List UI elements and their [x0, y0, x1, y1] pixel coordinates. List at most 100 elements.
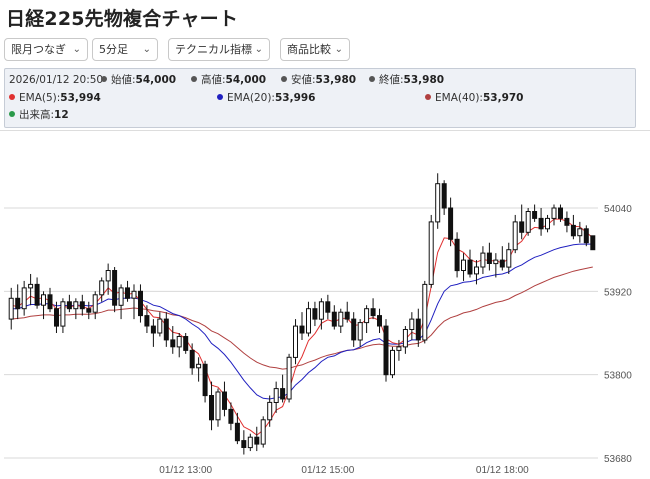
candle-body: [183, 336, 189, 351]
candle-body: [131, 290, 137, 299]
high-value: 高値:54,000: [191, 72, 266, 88]
candle-body: [396, 346, 402, 351]
page-title: 日経225先物複合チャート: [6, 8, 239, 30]
candle-body: [486, 252, 492, 264]
chart-canvas[interactable]: 54040 53920 53800 53680 01/12 13:00 01/12 15:…: [0, 130, 650, 479]
candle-body: [144, 315, 150, 327]
candle-body: [150, 325, 156, 334]
candle-body: [34, 283, 40, 306]
chevron-down-icon: ⌄: [142, 44, 151, 55]
candle-body: [170, 339, 176, 348]
bar-datetime: 2026/01/12 20:50: [9, 74, 104, 86]
ohlc-info-panel: 2026/01/12 20:50 始値:54,000 高値:54,000 安値:…: [4, 68, 636, 128]
candle-body: [512, 221, 518, 251]
chevron-down-icon: ⌄: [72, 44, 81, 55]
candle-body: [125, 287, 130, 299]
candle-body: [357, 322, 363, 341]
candle-body: [415, 318, 421, 341]
candle-body: [493, 259, 499, 265]
candle-body: [280, 388, 286, 400]
candle-body: [92, 294, 98, 313]
candle-body: [267, 401, 273, 421]
candle-body: [293, 325, 298, 358]
candle-body: [260, 419, 266, 445]
high-dot-icon: [191, 76, 197, 82]
volume-dot-icon: [9, 111, 15, 117]
candle-body: [428, 221, 434, 285]
candle-body: [499, 259, 505, 268]
candle-body: [228, 408, 234, 424]
x-tick-label: 01/12 18:00: [476, 465, 529, 476]
candle-body: [28, 283, 34, 289]
candle-body: [370, 308, 376, 317]
ema5-dot-icon: [9, 94, 15, 100]
candle-body: [138, 290, 143, 317]
ema40-dot-icon: [425, 94, 431, 100]
candle-body: [118, 287, 124, 306]
candle-body: [338, 311, 344, 327]
indicator-select[interactable]: テクニカル指標 ⌄: [168, 38, 270, 61]
candle-body: [441, 183, 447, 209]
contract-select-label: 限月つなぎ: [11, 43, 66, 56]
candle-body: [86, 308, 92, 313]
candle-body: [8, 297, 14, 320]
ema20-dot-icon: [217, 94, 223, 100]
candle-body: [570, 224, 576, 237]
candle-body: [112, 270, 118, 306]
candle-body: [525, 211, 531, 233]
candle-body: [577, 228, 583, 237]
close-dot-icon: [369, 76, 375, 82]
candle-body: [590, 235, 596, 251]
candle-body: [215, 391, 221, 421]
candle-body: [344, 311, 350, 320]
indicator-select-label: テクニカル指標: [175, 43, 252, 56]
candle-body: [377, 315, 382, 327]
candle-body: [383, 325, 389, 376]
ema5-value: EMA(5):53,994: [9, 90, 101, 106]
candle-body: [41, 294, 46, 306]
candle-body: [73, 301, 79, 310]
candle-body: [583, 228, 589, 244]
candle-body: [545, 217, 550, 230]
candle-body: [105, 270, 111, 282]
low-value: 安値:53,980: [281, 72, 356, 88]
candle-body: [461, 259, 466, 272]
candle-body: [331, 311, 337, 327]
candle-body: [54, 308, 59, 327]
candle-body: [21, 287, 27, 310]
interval-select[interactable]: 5分足 ⌄: [92, 38, 158, 61]
contract-select[interactable]: 限月つなぎ ⌄: [4, 38, 88, 61]
candle-body: [189, 349, 195, 369]
compare-select[interactable]: 商品比較 ⌄: [280, 38, 350, 61]
candle-body: [551, 207, 557, 219]
candlestick-chart[interactable]: 54040 53920 53800 53680 01/12 13:00 01/12 15:…: [0, 130, 650, 479]
candle-body: [312, 308, 318, 320]
candle-body: [402, 329, 408, 348]
candle-body: [254, 436, 260, 445]
open-dot-icon: [101, 76, 107, 82]
candle-body: [299, 325, 305, 334]
candle-body: [202, 363, 208, 397]
candle-body: [241, 440, 247, 449]
volume-value: 出来高:12: [9, 107, 69, 123]
candle-body: [325, 301, 331, 313]
candle-body: [506, 249, 512, 268]
candle-body: [318, 301, 324, 320]
candle-body: [60, 301, 66, 327]
candle-body: [79, 301, 85, 310]
open-value: 始値:54,000: [101, 72, 176, 88]
candle-body: [558, 207, 563, 219]
candle-body: [564, 217, 570, 226]
candle-body: [422, 283, 428, 341]
candle-body: [234, 422, 240, 442]
candle-body: [390, 349, 395, 376]
candle-body: [247, 436, 253, 449]
ema40-value: EMA(40):53,970: [425, 90, 524, 106]
candle-body: [15, 297, 21, 310]
candle-body: [474, 266, 479, 275]
chevron-down-icon: ⌄: [254, 44, 263, 55]
y-tick-label: 53920: [604, 287, 632, 298]
y-tick-label: 53800: [604, 371, 632, 382]
candle-body: [66, 301, 72, 310]
compare-select-label: 商品比較: [287, 43, 331, 56]
